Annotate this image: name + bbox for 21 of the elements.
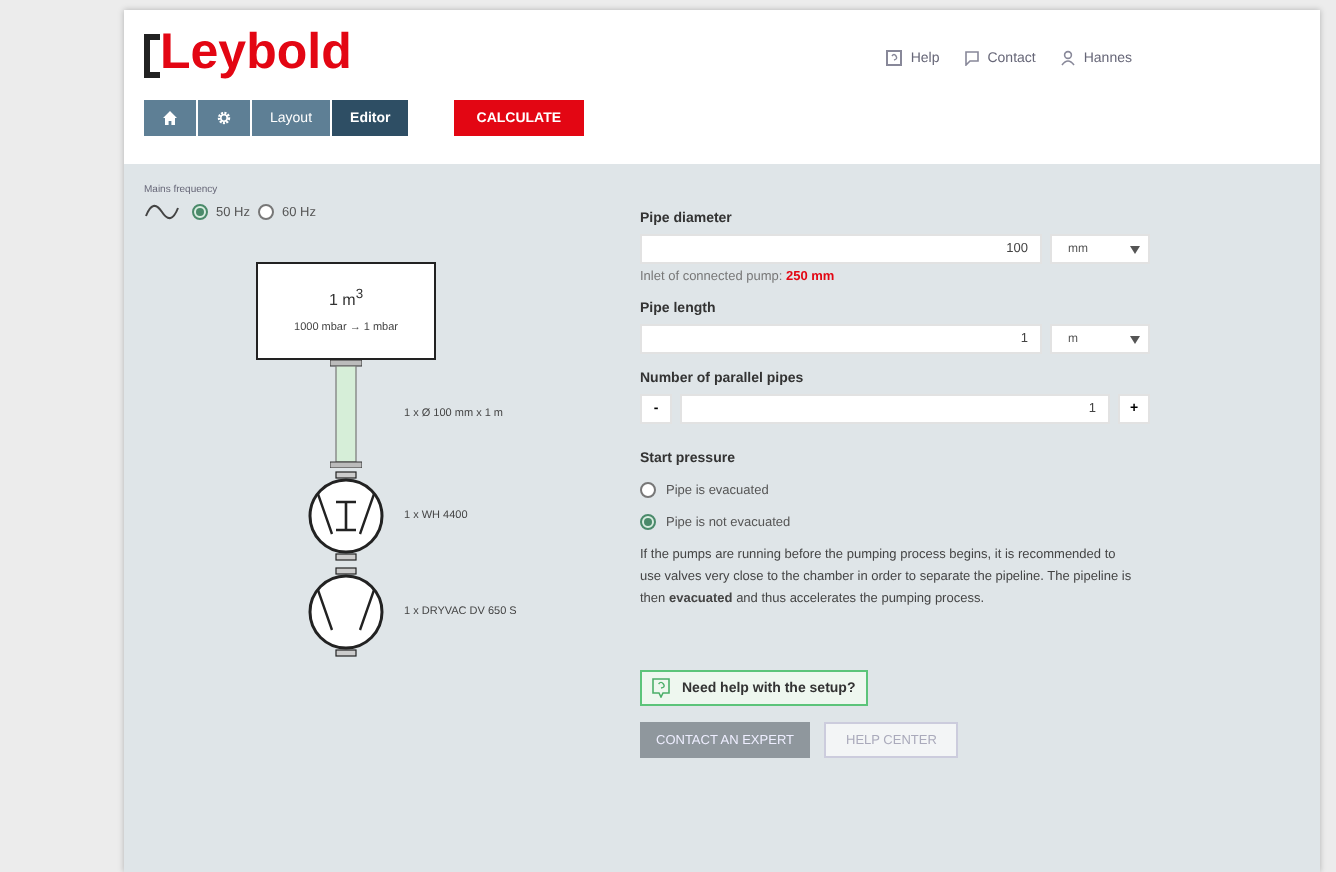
user-icon <box>1059 50 1076 66</box>
radio-button[interactable] <box>640 482 656 498</box>
roots-pump-drawing <box>306 468 386 564</box>
caret-icon <box>1130 245 1140 253</box>
home-icon <box>162 110 178 126</box>
sine-wave-icon <box>144 202 180 222</box>
question-icon <box>652 678 670 698</box>
help-icon <box>886 50 903 66</box>
speech-bubble-icon <box>963 50 980 66</box>
logo-bracket-icon <box>144 34 164 78</box>
pump-drawing <box>306 564 386 660</box>
pipe-drawing <box>330 360 362 468</box>
radio-button[interactable] <box>192 204 208 220</box>
settings-button[interactable] <box>198 100 250 136</box>
home-button[interactable] <box>144 100 196 136</box>
radio-button[interactable] <box>640 514 656 530</box>
settings-icon <box>216 110 232 126</box>
logo: Leybold <box>160 26 352 78</box>
chamber-volume: 1 m$^{3}$ <box>328 288 364 310</box>
caret-icon <box>1130 335 1140 343</box>
radio-button[interactable] <box>257 204 274 220</box>
